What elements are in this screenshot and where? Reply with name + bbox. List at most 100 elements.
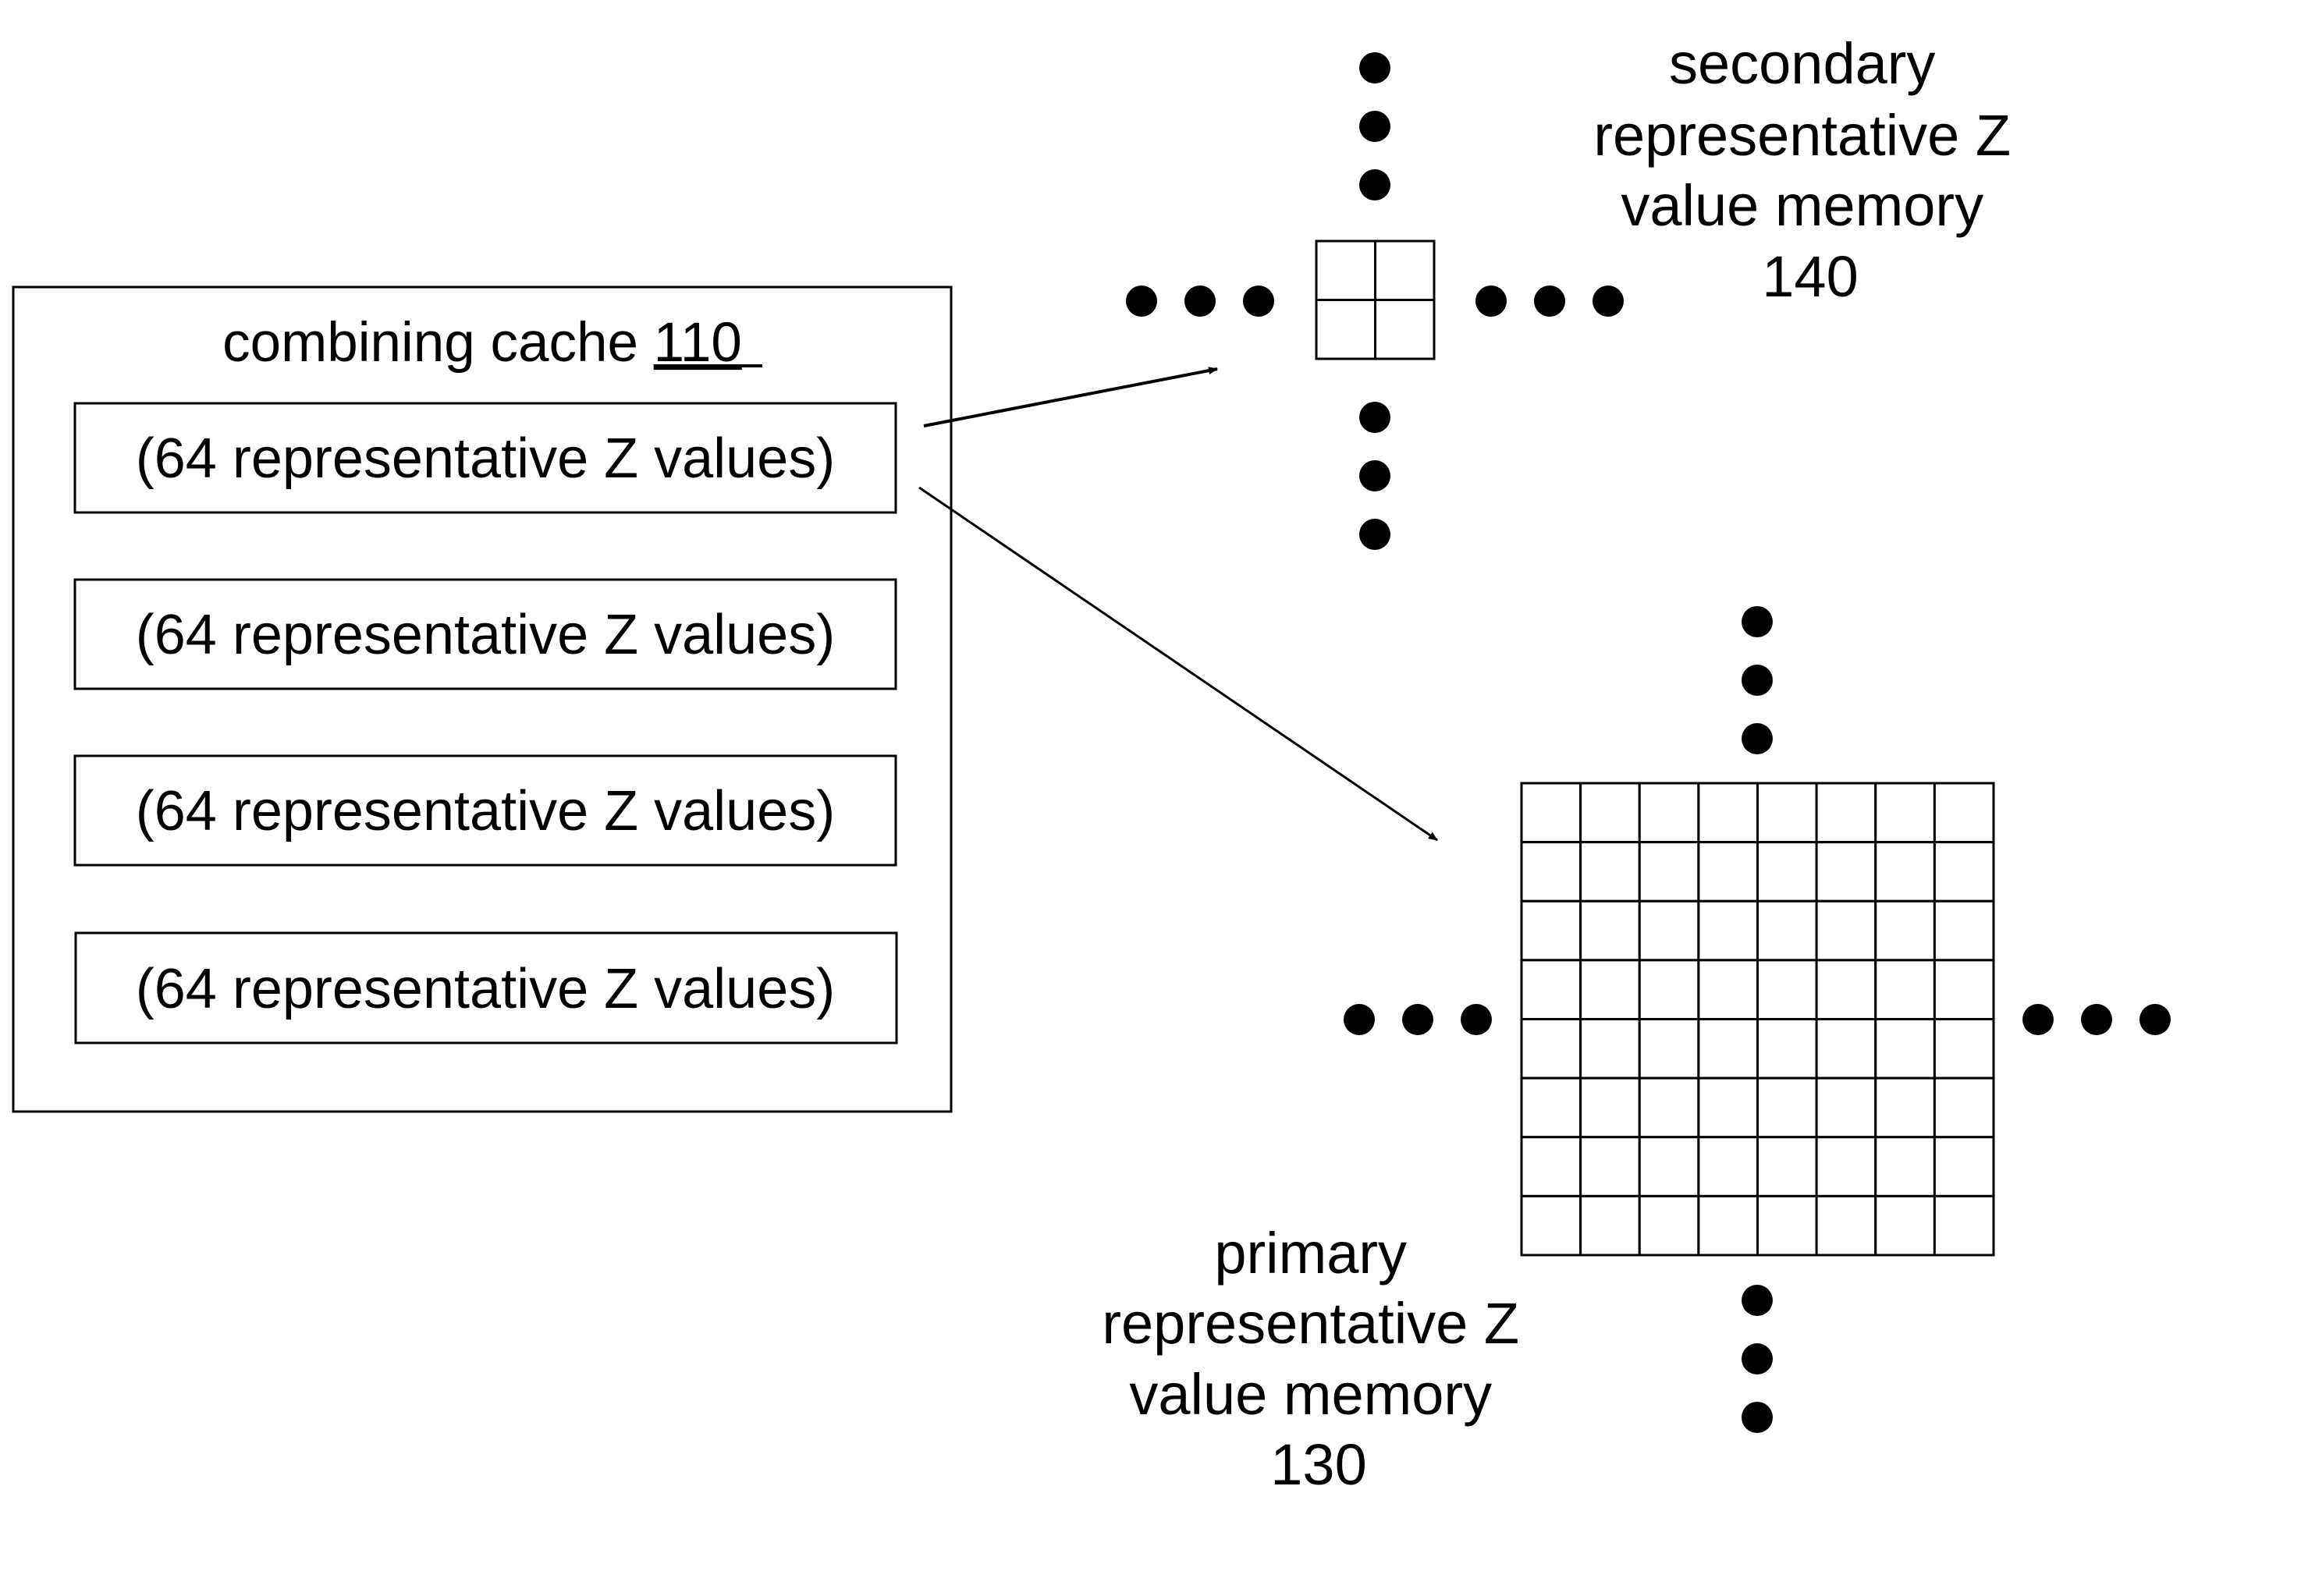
continuation-dot-top-icon <box>1742 606 1773 637</box>
memory-cell <box>1638 782 1700 844</box>
memory-cell <box>1697 1018 1759 1080</box>
memory-cell <box>1315 239 1376 301</box>
memory-cell <box>1520 899 1582 962</box>
continuation-dot-right-icon <box>1593 286 1624 317</box>
memory-cell <box>1520 782 1582 844</box>
memory-cell <box>1933 782 1995 844</box>
memory-cell <box>1874 1136 1936 1197</box>
memory-cell <box>1520 1194 1582 1257</box>
memory-cell <box>1579 782 1641 844</box>
continuation-dot-left-icon <box>1344 1004 1375 1035</box>
memory-cell <box>1815 1136 1877 1197</box>
memory-cell <box>1815 1018 1877 1080</box>
continuation-dot-bottom-icon <box>1742 1343 1773 1374</box>
memory-cell <box>1933 841 1995 903</box>
secondary-memory-label: secondary representative Z value memory … <box>1593 31 2026 309</box>
memory-cell <box>1933 1076 1995 1139</box>
secondary-memory-grid <box>1315 239 1436 360</box>
memory-cell <box>1579 1136 1641 1197</box>
combining-cache: combining cache 110 (64 representative Z… <box>12 286 953 1113</box>
memory-cell <box>1579 899 1641 962</box>
primary-memory-label-line: value memory <box>1129 1362 1492 1427</box>
secondary-memory-label-line: representative Z <box>1593 103 2011 168</box>
primary-memory-grid <box>1520 782 1995 1257</box>
memory-cell <box>1579 1018 1641 1080</box>
memory-cell <box>1638 899 1700 962</box>
memory-cell <box>1638 1018 1700 1080</box>
memory-cell <box>1815 959 1877 1020</box>
memory-cell <box>1874 1076 1936 1139</box>
memory-cell <box>1520 959 1582 1020</box>
primary-memory-label-line: representative Z <box>1102 1291 1519 1356</box>
memory-cell <box>1638 959 1700 1020</box>
continuation-dot-top-icon <box>1359 111 1390 142</box>
memory-cell <box>1579 959 1641 1020</box>
memory-cell <box>1638 1076 1700 1139</box>
arrow-to-primary-memory <box>918 486 1438 842</box>
memory-cell <box>1579 1194 1641 1257</box>
continuation-dot-right-icon <box>1534 286 1565 317</box>
memory-cell <box>1874 841 1936 903</box>
memory-cell <box>1697 1076 1759 1139</box>
continuation-dot-left-icon <box>1126 286 1157 317</box>
continuation-dot-left-icon <box>1461 1004 1492 1035</box>
memory-cell <box>1697 1194 1759 1257</box>
memory-cell <box>1874 1194 1936 1257</box>
continuation-dot-right-icon <box>2081 1004 2112 1035</box>
cache-entry-label: (64 representative Z values) <box>136 958 835 1020</box>
cache-entry-label: (64 representative Z values) <box>136 427 835 490</box>
memory-cell <box>1638 841 1700 903</box>
memory-cell <box>1579 1076 1641 1139</box>
primary-memory-label: primary representative Z value memory 13… <box>1102 1221 1535 1497</box>
memory-cell <box>1933 1018 1995 1080</box>
continuation-dot-left-icon <box>1184 286 1216 317</box>
cache-entry-label: (64 representative Z values) <box>136 780 835 842</box>
memory-cell <box>1638 1136 1700 1197</box>
memory-cell <box>1874 1018 1936 1080</box>
memory-cell <box>1815 1194 1877 1257</box>
continuation-dot-top-icon <box>1742 723 1773 754</box>
combining-cache-entry-3: (64 representative Z values) <box>73 754 897 867</box>
memory-cell <box>1756 841 1818 903</box>
continuation-dot-left-icon <box>1243 286 1274 317</box>
memory-cell <box>1756 899 1818 962</box>
continuation-dot-right-icon <box>1475 286 1507 317</box>
secondary-memory-label-line: secondary <box>1669 31 1935 96</box>
memory-cell <box>1315 299 1376 360</box>
arrow-to-secondary-memory <box>923 367 1218 427</box>
memory-cell <box>1874 782 1936 844</box>
combining-cache-entry-2: (64 representative Z values) <box>73 578 897 690</box>
diagram-canvas: combining cache 110 (64 representative Z… <box>12 31 2171 1497</box>
memory-cell <box>1697 841 1759 903</box>
memory-cell <box>1697 782 1759 844</box>
combining-cache-title-text: combining cache <box>222 312 654 374</box>
cache-entry-label: (64 representative Z values) <box>136 604 835 666</box>
memory-cell <box>1815 782 1877 844</box>
memory-cell <box>1815 899 1877 962</box>
memory-cell <box>1579 841 1641 903</box>
combining-cache-entry-4: (64 representative Z values) <box>74 931 898 1044</box>
continuation-dot-left-icon <box>1402 1004 1433 1035</box>
continuation-dot-bottom-icon <box>1359 519 1390 550</box>
memory-cell <box>1933 899 1995 962</box>
continuation-dot-bottom-icon <box>1359 402 1390 433</box>
continuation-dot-right-icon <box>2022 1004 2054 1035</box>
continuation-dot-right-icon <box>2139 1004 2171 1035</box>
memory-cell <box>1874 959 1936 1020</box>
memory-cell <box>1638 1194 1700 1257</box>
memory-cell <box>1520 1018 1582 1080</box>
continuation-dot-top-icon <box>1359 52 1390 83</box>
memory-cell <box>1933 959 1995 1020</box>
memory-cell <box>1520 1076 1582 1139</box>
memory-cell <box>1697 959 1759 1020</box>
primary-memory: primary representative Z value memory 13… <box>1102 606 2171 1497</box>
continuation-dot-bottom-icon <box>1742 1402 1773 1433</box>
continuation-dot-top-icon <box>1359 169 1390 200</box>
memory-cell <box>1815 841 1877 903</box>
primary-memory-label-line: primary <box>1214 1221 1407 1286</box>
memory-cell <box>1933 1136 1995 1197</box>
memory-cell <box>1933 1194 1995 1257</box>
memory-cell <box>1756 1136 1818 1197</box>
memory-cell <box>1756 1194 1818 1257</box>
memory-cell <box>1697 1136 1759 1197</box>
